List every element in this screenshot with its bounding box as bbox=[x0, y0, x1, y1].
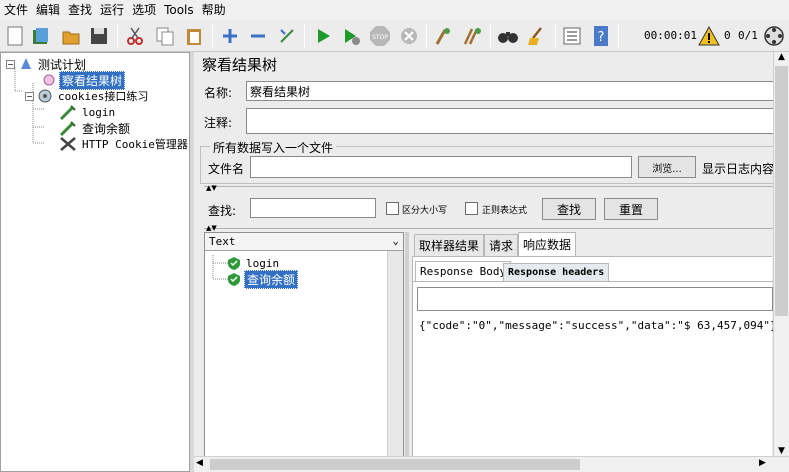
listener-icon bbox=[41, 73, 57, 87]
tree-node-view-results[interactable]: 察看结果树 bbox=[41, 70, 126, 90]
name-input[interactable]: 察看结果树 bbox=[246, 81, 776, 101]
cut-icon[interactable] bbox=[124, 24, 146, 48]
start-icon[interactable] bbox=[312, 24, 334, 48]
scroll-right-icon[interactable]: ▶ bbox=[759, 458, 766, 468]
search-label: 查找: bbox=[208, 204, 237, 218]
save-icon[interactable] bbox=[88, 24, 110, 48]
renderer-value: Text bbox=[209, 235, 236, 248]
response-data-pane: Response Body Response headers {"code":"… bbox=[412, 256, 777, 472]
shutdown-icon[interactable] bbox=[398, 24, 420, 48]
menu-help[interactable]: 帮助 bbox=[198, 0, 230, 20]
group-title: 所有数据写入一个文件 bbox=[210, 139, 337, 156]
menu-search[interactable]: 查找 bbox=[64, 0, 96, 20]
comment-label: 注释: bbox=[204, 116, 233, 130]
tab-response-data[interactable]: 响应数据 bbox=[518, 232, 577, 256]
test-plan-tree: − 测试计划 察看结果树 − cookies接口练习 login 查询余额 HT… bbox=[0, 52, 190, 472]
warning-icon[interactable] bbox=[698, 24, 720, 48]
split-arrows-icon[interactable]: ▲▼ bbox=[206, 184, 217, 192]
paste-icon[interactable] bbox=[183, 24, 205, 48]
reset-button[interactable]: 重置 bbox=[604, 198, 658, 220]
response-search-input[interactable] bbox=[417, 287, 773, 311]
panel-title: 察看结果树 bbox=[202, 56, 278, 74]
collapse-toggle-icon[interactable]: − bbox=[25, 91, 34, 101]
expand-icon[interactable] bbox=[219, 24, 241, 48]
templates-icon[interactable] bbox=[30, 24, 52, 48]
active-threads: 0/1 bbox=[738, 29, 758, 42]
elapsed-timer: 00:00:01 bbox=[644, 29, 697, 42]
filename-input[interactable] bbox=[250, 156, 632, 178]
case-sensitive-checkbox[interactable] bbox=[386, 202, 399, 215]
browse-button[interactable]: 浏览... bbox=[638, 156, 696, 178]
remote-status-icon bbox=[763, 24, 785, 48]
renderer-select[interactable]: Text ⌄ bbox=[205, 233, 403, 251]
tree-node-balance[interactable]: 查询余额 bbox=[59, 120, 132, 137]
filename-label: 文件名 bbox=[208, 162, 245, 176]
results-splitter[interactable] bbox=[405, 232, 409, 472]
subtab-divider bbox=[413, 281, 773, 282]
stop-icon[interactable]: STOP bbox=[369, 24, 391, 48]
results-list-scrollbar[interactable] bbox=[387, 251, 403, 471]
copy-icon[interactable] bbox=[154, 24, 176, 48]
search-input[interactable] bbox=[250, 198, 376, 218]
results-list-pane: Text ⌄ login 查询余额 bbox=[204, 232, 404, 472]
clear-all-icon[interactable] bbox=[461, 24, 483, 48]
open-icon[interactable] bbox=[60, 24, 82, 48]
panel-horizontal-scrollbar[interactable]: ◀ ▶ bbox=[194, 456, 789, 472]
success-shield-icon bbox=[227, 272, 241, 286]
scroll-left-icon[interactable]: ◀ bbox=[196, 458, 203, 468]
reset-search-icon[interactable] bbox=[526, 24, 548, 48]
view-results-panel: 察看结果树 名称: 察看结果树 注释: 所有数据写入一个文件 文件名 浏览...… bbox=[194, 52, 789, 472]
tab-sampler-result[interactable]: 取样器结果 bbox=[414, 234, 485, 256]
response-body-text: {"code":"0","message":"success","data":"… bbox=[419, 319, 777, 332]
clear-icon[interactable] bbox=[432, 24, 454, 48]
regex-label: 正则表达式 bbox=[482, 206, 528, 216]
help-icon[interactable]: ? bbox=[590, 24, 612, 48]
find-button[interactable]: 查找 bbox=[542, 198, 596, 220]
scroll-up-icon[interactable]: ▲ bbox=[774, 52, 789, 62]
tree-node-cookie-manager[interactable]: HTTP Cookie管理器 bbox=[59, 136, 190, 152]
thread-group-icon bbox=[37, 89, 53, 103]
log-content-label: 显示日志内容 bbox=[702, 162, 775, 176]
name-label: 名称: bbox=[204, 86, 233, 100]
case-sensitive-label: 区分大小写 bbox=[402, 206, 448, 216]
test-plan-icon bbox=[19, 57, 33, 71]
menu-run[interactable]: 运行 bbox=[96, 0, 128, 20]
warning-count: 0 bbox=[724, 29, 731, 42]
start-no-pause-icon[interactable] bbox=[340, 24, 362, 48]
divider-top bbox=[204, 186, 789, 190]
collapse-icon[interactable] bbox=[247, 24, 269, 48]
menu-file[interactable]: 文件 bbox=[0, 0, 32, 20]
split-arrows-icon[interactable]: ▲▼ bbox=[206, 224, 217, 232]
menu-options[interactable]: 选项 bbox=[128, 0, 160, 20]
sampler-icon bbox=[59, 104, 77, 121]
subtab-response-body[interactable]: Response Body bbox=[415, 261, 512, 281]
chevron-down-icon[interactable]: ⌄ bbox=[392, 234, 399, 247]
sampler-icon bbox=[59, 120, 77, 137]
svg-text:?: ? bbox=[598, 30, 605, 45]
panel-vertical-scrollbar[interactable]: ▲ ▼ bbox=[773, 52, 789, 456]
subtab-response-headers[interactable]: Response headers bbox=[503, 263, 610, 281]
scroll-thumb[interactable] bbox=[775, 66, 788, 316]
svg-text:STOP: STOP bbox=[372, 34, 388, 41]
menu-tools[interactable]: Tools bbox=[160, 0, 198, 20]
comment-input[interactable] bbox=[246, 108, 776, 134]
success-shield-icon bbox=[227, 256, 241, 270]
tab-request[interactable]: 请求 bbox=[484, 234, 519, 256]
toggle-icon[interactable] bbox=[276, 24, 298, 48]
tree-node-login[interactable]: login bbox=[59, 104, 117, 121]
config-element-icon bbox=[59, 136, 77, 152]
menu-bar: 文件 编辑 查找 运行 选项 Tools 帮助 bbox=[0, 0, 789, 20]
menu-edit[interactable]: 编辑 bbox=[32, 0, 64, 20]
scroll-down-icon[interactable]: ▼ bbox=[774, 446, 789, 456]
tree-node-thread-group[interactable]: − cookies接口练习 bbox=[25, 88, 150, 104]
new-icon[interactable] bbox=[4, 24, 26, 48]
result-item-balance[interactable]: 查询余额 bbox=[227, 269, 299, 289]
function-helper-icon[interactable] bbox=[561, 24, 583, 48]
regex-checkbox[interactable] bbox=[465, 202, 478, 215]
collapse-toggle-icon[interactable]: − bbox=[6, 59, 15, 69]
search-icon[interactable] bbox=[497, 24, 519, 48]
toolbar: STOP ? 00:00:01 0 0/1 bbox=[0, 20, 789, 52]
scroll-thumb[interactable] bbox=[210, 459, 580, 470]
